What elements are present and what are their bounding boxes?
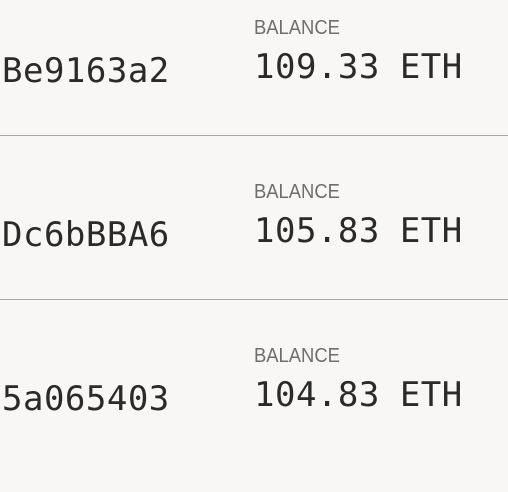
balance-amount: 105.83 bbox=[254, 211, 380, 251]
account-row[interactable]: Be9163a2 BALANCE 109.33 ETH bbox=[0, 0, 508, 164]
account-row[interactable]: 5a065403 BALANCE 104.83 ETH bbox=[0, 328, 508, 492]
account-address: 5a065403 bbox=[2, 379, 170, 419]
account-address: Dc6bBBA6 bbox=[2, 215, 170, 255]
balance-unit: ETH bbox=[399, 375, 463, 415]
balance-value: 109.33 ETH bbox=[254, 50, 504, 84]
balance-amount: 109.33 bbox=[254, 47, 380, 87]
account-row[interactable]: Dc6bBBA6 BALANCE 105.83 ETH bbox=[0, 164, 508, 328]
balance-value: 105.83 ETH bbox=[254, 214, 504, 248]
row-divider bbox=[0, 135, 508, 136]
account-address: Be9163a2 bbox=[2, 51, 170, 91]
balance-block: BALANCE 109.33 ETH bbox=[254, 18, 504, 84]
balance-label: BALANCE bbox=[254, 181, 340, 203]
balance-unit: ETH bbox=[399, 47, 463, 87]
balance-amount: 104.83 bbox=[254, 375, 380, 415]
balance-unit: ETH bbox=[399, 211, 463, 251]
row-divider bbox=[0, 299, 508, 300]
balance-label: BALANCE bbox=[254, 17, 340, 39]
balance-block: BALANCE 105.83 ETH bbox=[254, 182, 504, 248]
balance-label: BALANCE bbox=[254, 345, 340, 367]
balance-value: 104.83 ETH bbox=[254, 378, 504, 412]
balance-block: BALANCE 104.83 ETH bbox=[254, 346, 504, 412]
